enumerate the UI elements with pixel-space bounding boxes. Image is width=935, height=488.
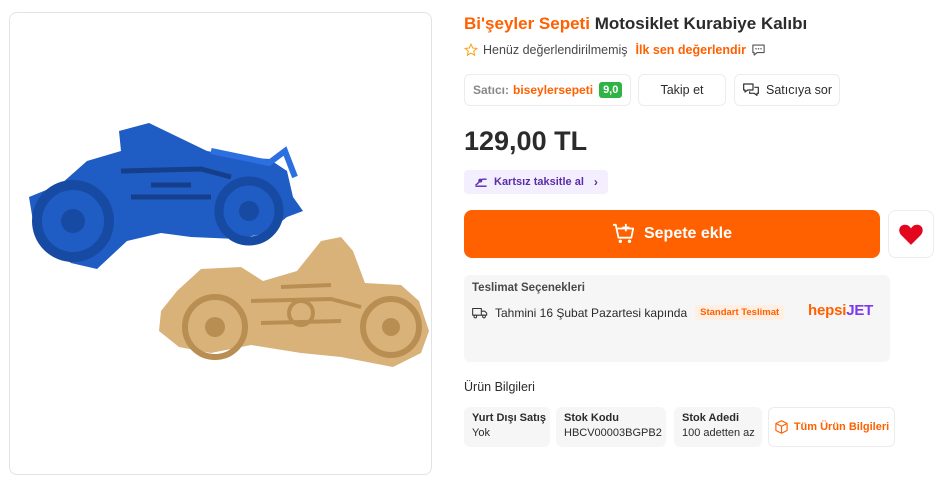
- box-icon: [775, 420, 788, 434]
- all-product-info-button[interactable]: Tüm Ürün Bilgileri: [768, 407, 895, 447]
- favorite-button[interactable]: [888, 210, 934, 258]
- delivery-estimate: Tahmini 16 Şubat Pazartesi kapında: [495, 305, 688, 320]
- rate-first-link[interactable]: İlk sen değerlendir: [636, 43, 746, 57]
- price: 129,00 TL: [464, 126, 588, 156]
- spec-card: Stok Adedi 100 adetten az: [674, 407, 762, 447]
- add-to-cart-label: Sepete ekle: [643, 225, 733, 242]
- seller-box[interactable]: Satıcı: biseylersepeti 9,0: [464, 74, 631, 106]
- carrier-logo: hepsiJET: [808, 302, 873, 319]
- product-image[interactable]: [9, 12, 432, 475]
- ask-seller-label: Satıcıya sor: [766, 83, 832, 97]
- spec-key: Stok Kodu: [564, 412, 619, 424]
- installment-label: Kartsız taksitle al: [494, 176, 584, 188]
- spec-value: 100 adetten az: [682, 427, 755, 439]
- truck-icon: [472, 307, 488, 319]
- heart-icon: [899, 224, 923, 245]
- spec-value: HBCV00003BGPB2: [564, 427, 662, 439]
- product-info-title: Ürün Bilgileri: [464, 380, 535, 394]
- all-product-info-label: Tüm Ürün Bilgileri: [793, 421, 890, 433]
- star-icon: [464, 43, 478, 57]
- delivery-row: Tahmini 16 Şubat Pazartesi kapında Stand…: [472, 305, 785, 320]
- carrier-logo-part-b: JET: [846, 302, 874, 319]
- seller-label: Satıcı:: [473, 83, 510, 97]
- follow-button[interactable]: Takip et: [638, 74, 726, 106]
- delivery-options: Teslimat Seçenekleri Tahmini 16 Şubat Pa…: [464, 275, 890, 362]
- cart-plus-icon: [612, 223, 635, 243]
- blue-mold-shape: [29, 123, 303, 269]
- product-name: Motosiklet Kurabiye Kalıbı: [594, 14, 808, 33]
- add-to-cart-button[interactable]: Sepete ekle: [464, 210, 880, 258]
- seller-score-badge: 9,0: [599, 82, 623, 98]
- brand-link[interactable]: Bi'şeyler Sepeti: [464, 14, 590, 33]
- spec-key: Stok Adedi: [682, 412, 740, 424]
- spec-value: Yok: [472, 427, 490, 439]
- spec-card: Yurt Dışı Satış Yok: [464, 407, 550, 447]
- chevron-right-icon: ›: [593, 175, 598, 189]
- spec-card: Stok Kodu HBCV00003BGPB2: [556, 407, 666, 447]
- motorcycle-cookie-illustration: [29, 123, 429, 367]
- product-title: Bi'şeyler Sepeti Motosiklet Kurabiye Kal…: [464, 14, 807, 34]
- carrier-logo-part-a: hepsi: [808, 302, 847, 319]
- comment-icon: [752, 44, 765, 56]
- cookie-shape: [159, 237, 429, 367]
- ask-seller-button[interactable]: Satıcıya sor: [734, 74, 840, 106]
- rating-row: Henüz değerlendirilmemiş İlk sen değerle…: [464, 43, 766, 57]
- chat-icon: [743, 83, 759, 96]
- delivery-title: Teslimat Seçenekleri: [472, 282, 585, 294]
- installment-button[interactable]: Kartsız taksitle al ›: [464, 170, 608, 194]
- installment-icon: [475, 178, 487, 187]
- delivery-badge: Standart Teslimat: [695, 305, 785, 320]
- product-details: Bi'şeyler Sepeti Motosiklet Kurabiye Kal…: [464, 0, 935, 488]
- rating-status: Henüz değerlendirilmemiş: [483, 43, 628, 57]
- seller-name[interactable]: biseylersepeti: [513, 83, 593, 97]
- spec-key: Yurt Dışı Satış: [472, 412, 546, 424]
